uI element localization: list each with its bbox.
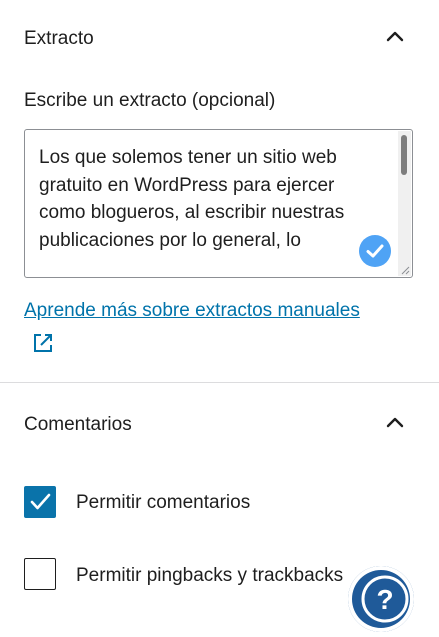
excerpt-panel-header[interactable]: Extracto <box>0 0 439 60</box>
learn-more-excerpts-link[interactable]: Aprende más sobre extractos manuales <box>24 300 360 322</box>
excerpt-field-label: Escribe un extracto (opcional) <box>24 90 276 111</box>
excerpt-textarea-value[interactable]: Los que solemos tener un sitio web gratu… <box>39 144 374 254</box>
allow-pingbacks-label[interactable]: Permitir pingbacks y trackbacks <box>76 565 343 587</box>
external-link-icon[interactable] <box>32 332 54 354</box>
comments-panel-header[interactable]: Comentarios <box>0 392 439 452</box>
chevron-up-icon[interactable] <box>385 26 405 46</box>
allow-pingbacks-checkbox[interactable] <box>24 558 56 590</box>
checkmark-icon <box>30 493 51 510</box>
excerpt-panel-title: Extracto <box>24 28 94 49</box>
help-question-icon: ? <box>361 575 409 623</box>
excerpt-textarea[interactable]: Los que solemos tener un sitio web gratu… <box>24 129 413 278</box>
textarea-scrollbar[interactable] <box>398 131 411 276</box>
help-button[interactable]: ? <box>348 566 414 632</box>
allow-comments-checkbox[interactable] <box>24 486 56 518</box>
svg-text:?: ? <box>376 584 393 615</box>
chevron-up-icon[interactable] <box>385 412 405 432</box>
panel-divider <box>0 382 439 383</box>
comments-panel-title: Comentarios <box>24 414 132 435</box>
resize-grip-icon[interactable] <box>400 265 410 275</box>
allow-comments-label[interactable]: Permitir comentarios <box>76 492 250 514</box>
scrollbar-thumb[interactable] <box>401 135 407 175</box>
checkmark-icon <box>359 235 391 267</box>
